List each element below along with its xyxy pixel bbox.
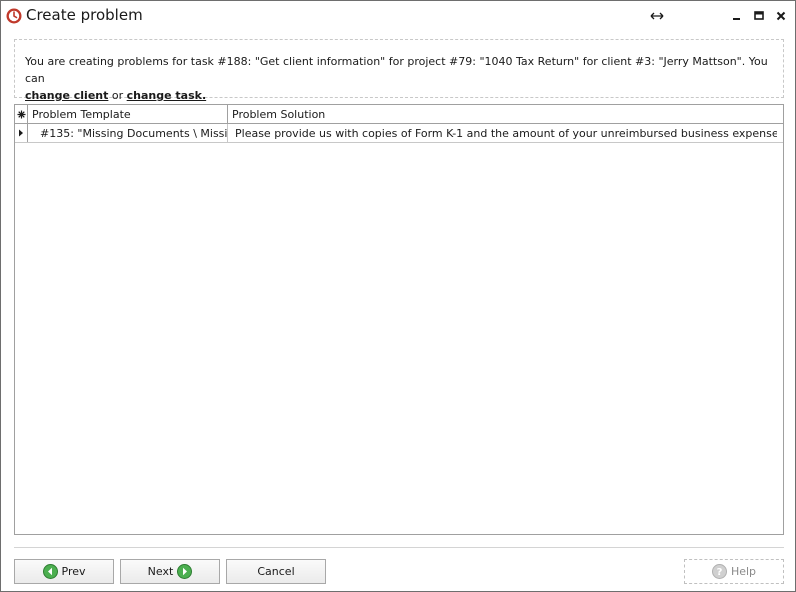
task-info-panel: You are creating problems for task #188:… bbox=[14, 39, 784, 102]
new-row-icon[interactable] bbox=[15, 105, 28, 123]
next-label: Next bbox=[147, 565, 174, 578]
cell-problem-template[interactable]: #135: "Missing Documents \ Missing K- bbox=[28, 124, 228, 142]
task-info-text: You are creating problems for task #188:… bbox=[25, 55, 768, 85]
help-button: ? Help bbox=[684, 559, 784, 584]
cancel-label: Cancel bbox=[257, 565, 295, 578]
svg-text:?: ? bbox=[717, 567, 723, 578]
maximize-icon[interactable] bbox=[750, 7, 768, 25]
prev-button[interactable]: Prev bbox=[14, 559, 114, 584]
arrow-left-icon bbox=[42, 564, 58, 579]
prev-label: Prev bbox=[61, 565, 86, 578]
footer-divider bbox=[14, 547, 784, 548]
table-row[interactable]: #135: "Missing Documents \ Missing K- Pl… bbox=[15, 124, 783, 143]
change-client-link[interactable]: change client bbox=[25, 89, 108, 102]
arrow-right-icon bbox=[177, 564, 193, 579]
app-logo-icon bbox=[6, 8, 22, 24]
cell-problem-solution[interactable]: Please provide us with copies of Form K-… bbox=[228, 124, 777, 142]
column-header-problem-template[interactable]: Problem Template bbox=[28, 105, 228, 123]
create-problem-window: Create problem You are creating problems… bbox=[0, 0, 796, 592]
help-icon: ? bbox=[711, 564, 727, 579]
title-bar[interactable]: Create problem bbox=[1, 1, 795, 30]
problems-grid[interactable]: Problem Template Problem Solution #135: … bbox=[14, 104, 784, 535]
help-label: Help bbox=[730, 565, 757, 578]
close-icon[interactable] bbox=[772, 7, 790, 25]
grid-header: Problem Template Problem Solution bbox=[15, 105, 783, 124]
column-header-problem-solution[interactable]: Problem Solution bbox=[228, 105, 783, 123]
change-task-link[interactable]: change task. bbox=[127, 89, 207, 102]
window-title: Create problem bbox=[26, 6, 143, 24]
cancel-button[interactable]: Cancel bbox=[226, 559, 326, 584]
minimize-icon[interactable] bbox=[728, 7, 746, 25]
current-row-icon[interactable] bbox=[15, 124, 28, 142]
restore-size-icon[interactable] bbox=[648, 7, 666, 25]
or-text: or bbox=[111, 89, 124, 102]
next-button[interactable]: Next bbox=[120, 559, 220, 584]
